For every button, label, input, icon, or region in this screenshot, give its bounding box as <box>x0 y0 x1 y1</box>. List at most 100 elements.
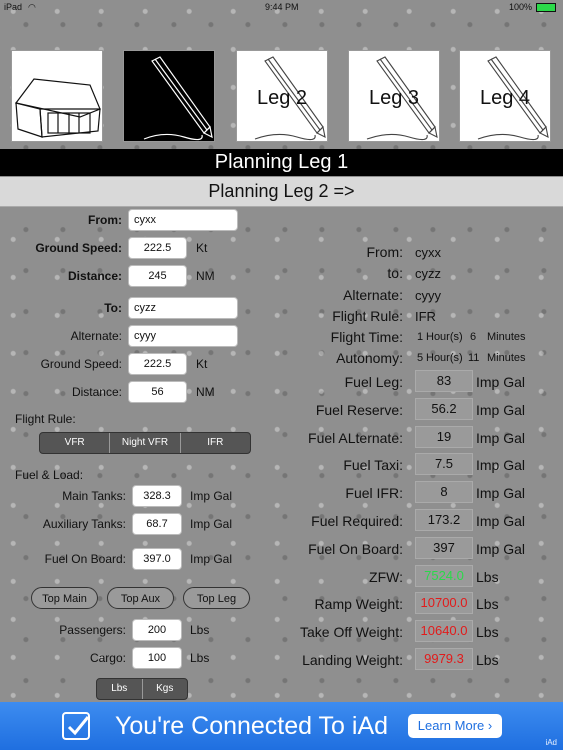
summary-flight-rule-value: IFR <box>415 309 436 324</box>
tile-label: Leg 2 <box>256 87 308 109</box>
cargo-unit: Lbs <box>190 651 210 665</box>
flight-time-label: Flight Time: <box>330 329 403 345</box>
summary-row-unit: Imp Gal <box>476 513 526 529</box>
status-bar: iPad ◠ 9:44 PM 100% <box>0 0 563 14</box>
summary-row-label: Fuel Leg: <box>344 374 403 390</box>
alt-ground-speed-label: Ground Speed: <box>40 357 122 371</box>
next-leg-button[interactable]: Planning Leg 2 => <box>0 177 563 207</box>
flight-time-minutes: 6 <box>470 331 477 343</box>
flight-rule-selector: VFR Night VFR IFR <box>39 432 251 454</box>
tile-aircraft-hangar[interactable] <box>11 50 103 142</box>
fuel-on-board-field[interactable]: 397.0 <box>132 548 182 570</box>
ad-banner[interactable]: You're Connected To iAd Learn More › iAd <box>0 702 563 750</box>
passengers-unit: Lbs <box>190 623 210 637</box>
summary-row-value: 56.2 <box>415 398 473 420</box>
tile-leg-2[interactable]: Leg 2 <box>236 50 328 142</box>
summary-row-unit: Imp Gal <box>476 485 526 501</box>
to-label: To: <box>104 301 122 315</box>
from-field[interactable]: cyxx <box>128 209 238 231</box>
summary-row-label: Fuel Taxi: <box>343 457 403 473</box>
to-field[interactable]: cyzz <box>128 297 238 319</box>
ground-speed-label: Ground Speed: <box>35 241 122 255</box>
learn-more-button[interactable]: Learn More › <box>408 714 502 738</box>
summary-to-label: to: <box>387 265 403 281</box>
iad-badge: iAd <box>545 738 557 747</box>
clock: 9:44 PM <box>265 2 299 12</box>
autonomy-hours-unit: Hour(s) <box>426 352 463 364</box>
summary-row-value: 83 <box>415 370 473 392</box>
summary-row-value: 397 <box>415 537 473 559</box>
summary-row-label: ZFW: <box>369 569 403 585</box>
summary-row-unit: Imp Gal <box>476 402 526 418</box>
summary-row-label: Fuel IFR: <box>345 485 403 501</box>
summary-alternate-value: cyyy <box>415 288 441 303</box>
alt-ground-speed-field[interactable]: 222.5 <box>128 353 187 375</box>
summary-row-label: Fuel On Board: <box>308 541 403 557</box>
passengers-field[interactable]: 200 <box>132 619 182 641</box>
autonomy-label: Autonomy: <box>336 350 403 366</box>
aux-tanks-label: Auxiliary Tanks: <box>42 517 126 531</box>
ground-speed-unit: Kt <box>196 241 208 255</box>
tile-leg-4[interactable]: Leg 4 <box>459 50 551 142</box>
summary-alternate-label: Alternate: <box>343 287 403 303</box>
flight-rule-label: Flight Rule: <box>15 412 76 426</box>
battery-percent: 100% <box>509 2 533 12</box>
summary-row-value: 19 <box>415 426 473 448</box>
distance-field[interactable]: 245 <box>128 265 187 287</box>
ground-speed-field[interactable]: 222.5 <box>128 237 187 259</box>
summary-row-label: Fuel Reserve: <box>315 402 403 418</box>
alt-distance-field[interactable]: 56 <box>128 381 187 403</box>
fuel-load-label: Fuel & Load: <box>15 468 84 482</box>
distance-label: Distance: <box>67 269 122 283</box>
passengers-label: Passengers: <box>59 623 126 637</box>
summary-row-value: 173.2 <box>415 509 473 531</box>
alternate-field[interactable]: cyyy <box>128 325 238 347</box>
flight-time-hours-unit: Hour(s) <box>426 331 463 343</box>
autonomy-hours: 5 <box>417 352 424 364</box>
fuel-on-board-label: Fuel On Board: <box>44 552 126 566</box>
flight-rule-vfr[interactable]: VFR <box>40 433 111 453</box>
alt-distance-label: Distance: <box>71 385 122 399</box>
pencil-icon <box>143 56 213 141</box>
from-label: From: <box>88 213 122 227</box>
cargo-label: Cargo: <box>89 651 126 665</box>
summary-flight-rule-label: Flight Rule: <box>332 308 403 324</box>
cargo-field[interactable]: 100 <box>132 647 182 669</box>
summary-row-label: Fuel ALternate: <box>308 430 403 446</box>
weight-unit-lbs[interactable]: Lbs <box>97 679 143 699</box>
distance-unit: NM <box>196 269 215 283</box>
summary-row-label: Take Off Weight: <box>300 624 403 640</box>
summary-row-unit: Imp Gal <box>476 430 526 446</box>
page-title: Planning Leg 1 <box>0 149 563 176</box>
tile-leg-1[interactable] <box>123 50 215 142</box>
summary-from-label: From: <box>366 244 403 260</box>
tile-leg-3[interactable]: Leg 3 <box>348 50 440 142</box>
autonomy-minutes-unit: Minutes <box>487 352 526 364</box>
summary-row-label: Fuel Required: <box>311 513 403 529</box>
summary-row-unit: Imp Gal <box>476 374 526 390</box>
summary-row-value: 10700.0 <box>415 592 473 614</box>
alternate-label: Alternate: <box>70 329 122 343</box>
summary-row-unit: Imp Gal <box>476 457 526 473</box>
hangar-icon <box>14 78 101 138</box>
summary-row-unit: Imp Gal <box>476 541 526 557</box>
flight-time-minutes-unit: Minutes <box>487 331 526 343</box>
top-aux-button[interactable]: Top Aux <box>107 587 174 609</box>
tile-label: Leg 4 <box>479 87 531 109</box>
summary-row-unit: Lbs <box>476 652 499 668</box>
tile-label: Leg 3 <box>368 87 420 109</box>
summary-row-label: Landing Weight: <box>302 652 403 668</box>
device-label: iPad <box>4 2 23 12</box>
alt-ground-speed-unit: Kt <box>196 357 208 371</box>
alt-distance-unit: NM <box>196 385 215 399</box>
autonomy-minutes: 11 <box>468 352 480 364</box>
main-tanks-field[interactable]: 328.3 <box>132 485 182 507</box>
flight-rule-night-vfr[interactable]: Night VFR <box>110 433 181 453</box>
summary-row-unit: Lbs <box>476 569 499 585</box>
flight-rule-ifr[interactable]: IFR <box>181 433 250 453</box>
top-leg-button[interactable]: Top Leg <box>183 587 250 609</box>
aux-tanks-field[interactable]: 68.7 <box>132 513 182 535</box>
summary-row-unit: Lbs <box>476 624 499 640</box>
top-main-button[interactable]: Top Main <box>31 587 98 609</box>
weight-unit-kgs[interactable]: Kgs <box>143 679 188 699</box>
